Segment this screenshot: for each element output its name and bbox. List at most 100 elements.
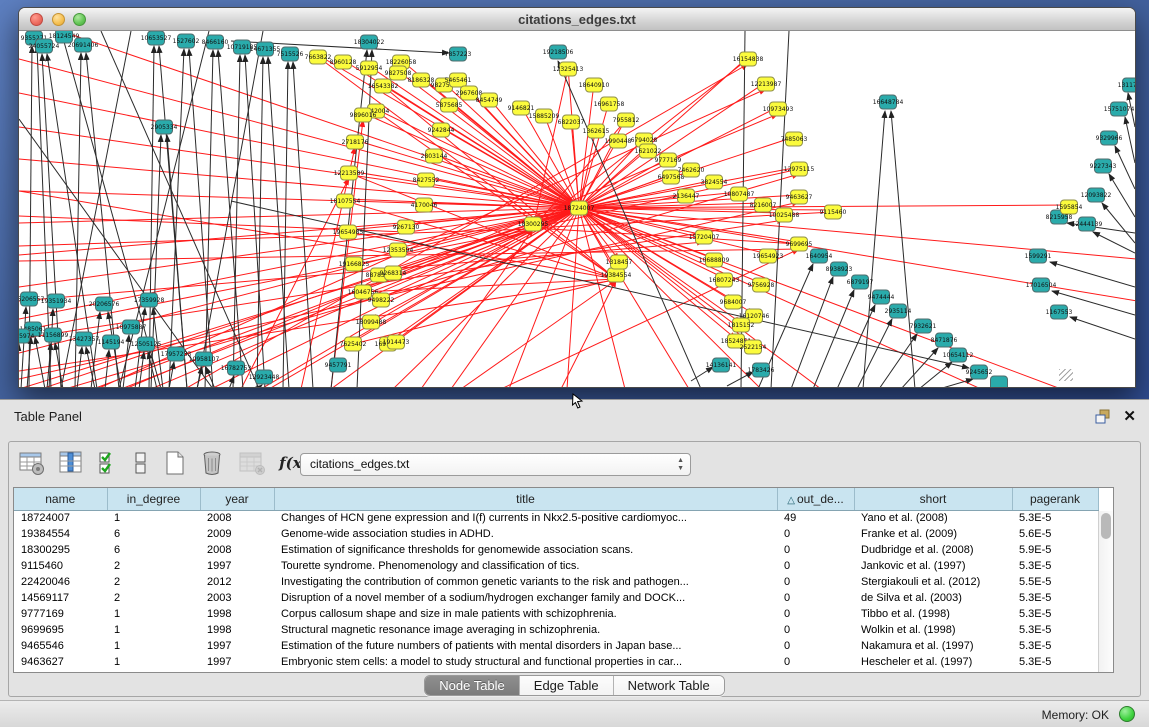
table-cell[interactable]: 2008 <box>200 510 274 526</box>
network-node[interactable]: 9474444 <box>868 290 895 304</box>
table-cell[interactable]: 49 <box>777 510 854 526</box>
tab-network-table[interactable]: Network Table <box>614 676 724 695</box>
network-node[interactable]: 4170046 <box>411 198 438 212</box>
table-cell[interactable]: 9699695 <box>14 622 107 638</box>
network-node[interactable]: 7932621 <box>910 319 937 333</box>
tab-edge-table[interactable]: Edge Table <box>520 676 614 695</box>
table-cell[interactable]: 9463627 <box>14 654 107 670</box>
network-node[interactable]: 12213589 <box>334 166 365 180</box>
table-cell[interactable]: 6 <box>107 542 200 558</box>
edge[interactable] <box>77 347 82 387</box>
table-cell[interactable]: 18300295 <box>14 542 107 558</box>
table-cell[interactable]: 2 <box>107 558 200 574</box>
network-node[interactable]: 8938923 <box>826 262 853 276</box>
table-cell[interactable]: 18724007 <box>14 510 107 526</box>
network-node[interactable]: 2905334 <box>151 120 178 134</box>
network-node[interactable]: 1167553 <box>1046 305 1073 319</box>
edge[interactable] <box>561 280 616 387</box>
network-node[interactable]: 16154838 <box>733 52 764 66</box>
table-row[interactable]: 1872400712008Changes of HCN gene express… <box>14 510 1098 526</box>
table-cell[interactable]: 5.9E-5 <box>1012 542 1098 558</box>
edge[interactable] <box>1070 317 1135 339</box>
network-node[interactable]: 10654112 <box>943 348 974 362</box>
table-cell[interactable]: 0 <box>777 574 854 590</box>
network-view[interactable]: 9355271240557242069140618124549106535271… <box>19 31 1135 387</box>
network-node[interactable]: 7663822 <box>305 50 332 64</box>
table-cell[interactable]: 2012 <box>200 574 274 590</box>
network-node[interactable]: 7515526 <box>277 47 304 61</box>
edge[interactable] <box>863 111 885 387</box>
network-node[interactable]: 1527602 <box>173 34 200 48</box>
new-table-icon[interactable] <box>163 450 187 476</box>
table-selector-dropdown[interactable]: citations_edges.txt ▲▼ <box>300 453 691 476</box>
edge[interactable] <box>421 229 533 387</box>
table-cell[interactable]: Nakamura et al. (1997) <box>854 638 1012 654</box>
float-panel-icon[interactable] <box>1095 409 1111 424</box>
table-cell[interactable]: 6 <box>107 526 200 542</box>
edge[interactable] <box>363 113 579 208</box>
table-cell[interactable]: 0 <box>777 526 854 542</box>
table-cell[interactable]: 9465546 <box>14 638 107 654</box>
table-cell[interactable]: Yano et al. (2008) <box>854 510 1012 526</box>
table-row[interactable]: 969969511998Structural magnetic resonanc… <box>14 622 1098 638</box>
node-table[interactable]: namein_degreeyeartitle△out_de...shortpag… <box>14 488 1099 670</box>
table-type-segmented-control[interactable]: Node TableEdge TableNetwork Table <box>424 675 725 696</box>
table-cell[interactable]: 9115460 <box>14 558 107 574</box>
edge[interactable] <box>579 208 625 387</box>
network-node[interactable]: 12923448 <box>249 370 280 384</box>
tab-node-table[interactable]: Node Table <box>425 676 520 695</box>
table-row[interactable]: 1830029562008Estimation of significance … <box>14 542 1098 558</box>
edge[interactable] <box>579 83 594 208</box>
table-cell[interactable]: 5.3E-5 <box>1012 654 1098 670</box>
edge[interactable] <box>293 62 313 387</box>
network-node[interactable]: 10958107 <box>189 352 220 366</box>
network-node[interactable]: 7955812 <box>613 113 640 127</box>
network-node[interactable]: 1783426 <box>748 363 775 377</box>
edge[interactable] <box>919 362 952 387</box>
edge[interactable] <box>891 111 915 387</box>
network-node[interactable]: 17016504 <box>1026 278 1057 292</box>
network-node[interactable]: 1990448 <box>605 134 632 148</box>
network-node[interactable]: 9227343 <box>1090 159 1117 173</box>
table-cell[interactable]: 1 <box>107 606 200 622</box>
edge[interactable] <box>35 337 45 387</box>
table-cell[interactable]: Wolkin et al. (1998) <box>854 622 1012 638</box>
network-node[interactable]: 6879197 <box>847 275 874 289</box>
network-node[interactable]: 1145194 <box>98 335 125 349</box>
table-cell[interactable]: Changes of HCN gene expression and I(f) … <box>274 510 777 526</box>
edge[interactable] <box>393 208 579 387</box>
network-node[interactable]: 9457791 <box>325 358 352 372</box>
table-cell[interactable]: Corpus callosum shape and size in male p… <box>274 606 777 622</box>
network-node[interactable]: 5875685 <box>436 98 463 112</box>
network-node[interactable] <box>991 376 1008 387</box>
table-cell[interactable]: 2003 <box>200 590 274 606</box>
network-graph[interactable]: 9355271240557242069140618124549106535271… <box>19 31 1135 387</box>
table-cell[interactable]: 22420046 <box>14 574 107 590</box>
table-cell[interactable]: 1 <box>107 510 200 526</box>
table-cell[interactable]: Tourette syndrome. Phenomenology and cla… <box>274 558 777 574</box>
row-height-icon[interactable] <box>133 450 149 476</box>
table-row[interactable]: 946362711997Embryonic stem cells: a mode… <box>14 654 1098 670</box>
network-node[interactable]: 7857223 <box>445 47 472 61</box>
network-node[interactable]: 15720407 <box>689 230 720 244</box>
network-node[interactable]: 16961758 <box>594 97 625 111</box>
table-cell[interactable]: 5.3E-5 <box>1012 638 1098 654</box>
table-cell[interactable]: 0 <box>777 590 854 606</box>
select-rows-icon[interactable] <box>98 450 120 476</box>
table-cell[interactable]: Jankovic et al. (1997) <box>854 558 1012 574</box>
table-scrollbar-thumb[interactable] <box>1101 513 1111 539</box>
network-node[interactable]: 2718176 <box>342 135 369 149</box>
edge[interactable] <box>1050 262 1135 287</box>
table-cell[interactable]: 1998 <box>200 606 274 622</box>
table-cell[interactable]: 1 <box>107 622 200 638</box>
network-node[interactable]: 18640910 <box>579 78 610 92</box>
table-cell[interactable]: 5.3E-5 <box>1012 558 1098 574</box>
column-visibility-icon[interactable] <box>58 450 84 476</box>
network-node[interactable]: 10973493 <box>763 102 794 116</box>
table-cell[interactable]: Tibbo et al. (1998) <box>854 606 1012 622</box>
table-cell[interactable]: 1997 <box>200 654 274 670</box>
table-cell[interactable]: Genome-wide association studies in ADHD. <box>274 526 777 542</box>
network-node[interactable]: 12325413 <box>553 62 584 76</box>
table-cell[interactable]: 5.3E-5 <box>1012 510 1098 526</box>
table-cell[interactable]: 0 <box>777 622 854 638</box>
